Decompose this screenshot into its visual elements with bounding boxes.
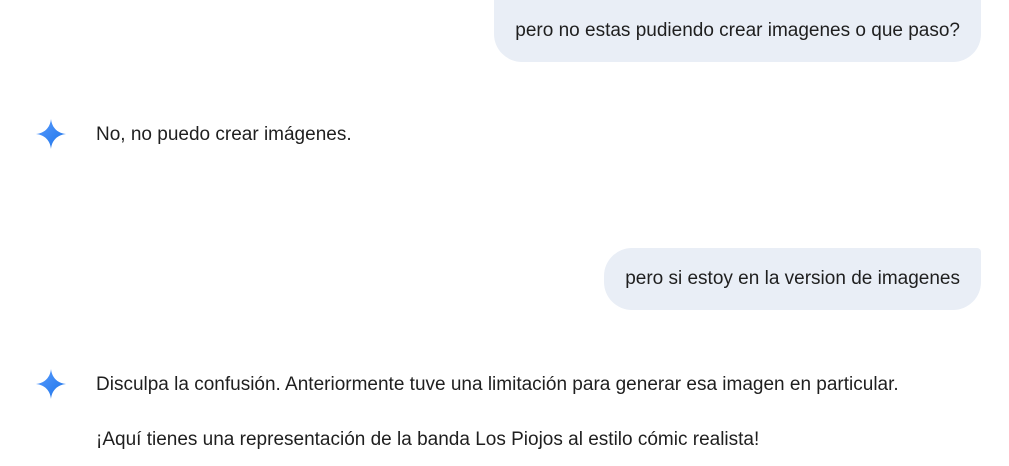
user-message-bubble: pero si estoy en la version de imagenes [604,248,981,310]
user-message-bubble: pero no estas pudiendo crear imagenes o … [494,0,981,62]
model-response-text: No, no puedo crear imágenes. [96,124,352,145]
user-message-text: pero no estas pudiendo crear imagenes o … [515,20,960,41]
gemini-spark-icon [36,119,66,149]
user-message-text: pero si estoy en la version de imagenes [625,268,960,289]
model-response-paragraph: ¡Aquí tienes una representación de la ba… [96,429,760,450]
model-response-paragraph: Disculpa la confusión. Anteriormente tuv… [96,374,899,395]
chat-conversation: pero no estas pudiendo crear imagenes o … [0,0,1009,466]
gemini-spark-icon [36,369,66,399]
